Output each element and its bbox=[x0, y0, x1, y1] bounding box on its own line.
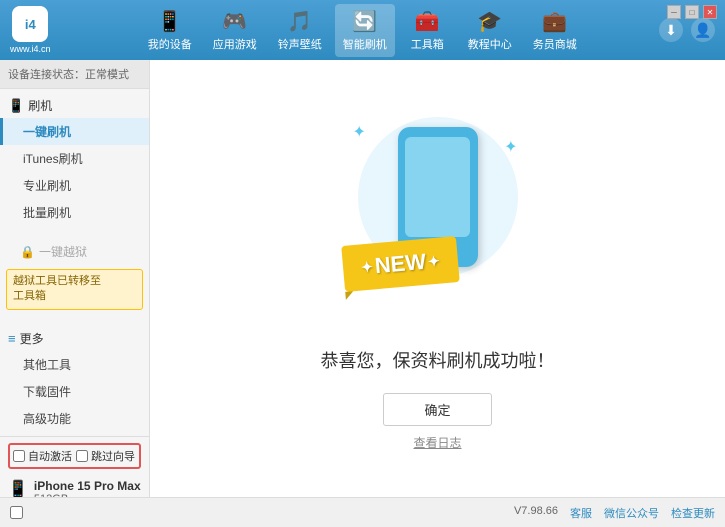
header: i4 www.i4.cn 📱 我的设备 🎮 应用游戏 🎵 铃声壁纸 🔄 智能刷机… bbox=[0, 0, 725, 60]
jailbreak-warning: 越狱工具已转移至工具箱 bbox=[6, 269, 143, 310]
logo-subtext: www.i4.cn bbox=[10, 44, 51, 54]
star-icon-right: ✦ bbox=[427, 252, 440, 270]
business-icon: 💼 bbox=[542, 9, 567, 34]
version-text: V7.98.66 bbox=[514, 505, 558, 521]
header-right: ⬇ 👤 bbox=[659, 18, 715, 42]
download-button[interactable]: ⬇ bbox=[659, 18, 683, 42]
nav-item-smart-flash[interactable]: 🔄 智能刷机 bbox=[335, 4, 395, 57]
more-section-label: 更多 bbox=[20, 330, 44, 347]
nav-label-business: 务员商城 bbox=[533, 36, 577, 52]
nav-item-tutorial[interactable]: 🎓 教程中心 bbox=[460, 4, 520, 57]
device-info: 📱 iPhone 15 Pro Max 512GB iPhone bbox=[8, 475, 141, 497]
wechat-link[interactable]: 微信公众号 bbox=[604, 505, 659, 521]
sidebar: 设备连接状态：正常模式 📱 刷机 一键刷机 iTunes刷机 专业刷机 批量刷机… bbox=[0, 60, 150, 497]
nav-item-toolbox[interactable]: 🧰 工具箱 bbox=[400, 4, 455, 57]
nav-item-apps-games[interactable]: 🎮 应用游戏 bbox=[205, 4, 265, 57]
toolbox-icon: 🧰 bbox=[415, 9, 440, 34]
star-icon-left: ✦ bbox=[360, 257, 373, 275]
main-layout: 设备连接状态：正常模式 📱 刷机 一键刷机 iTunes刷机 专业刷机 批量刷机… bbox=[0, 60, 725, 497]
nav-label-tutorial: 教程中心 bbox=[468, 36, 512, 52]
lock-icon: 🔒 bbox=[20, 245, 35, 259]
view-log-link[interactable]: 查看日志 bbox=[413, 434, 461, 451]
flash-section-label: 刷机 bbox=[28, 97, 52, 114]
device-storage: 512GB bbox=[34, 493, 141, 497]
phone-screen bbox=[405, 137, 470, 237]
auto-activate-checkbox[interactable]: 自动激活 bbox=[13, 448, 72, 464]
statusbar-checkbox[interactable] bbox=[10, 506, 23, 519]
auto-activate-label: 自动激活 bbox=[28, 448, 72, 464]
minimize-button[interactable]: ─ bbox=[667, 5, 681, 19]
statusbar-right: V7.98.66 客服 微信公众号 检查更新 bbox=[514, 505, 715, 521]
sidebar-item-itunes-flash[interactable]: iTunes刷机 bbox=[0, 145, 149, 172]
auto-activate-input[interactable] bbox=[13, 450, 25, 462]
confirm-button[interactable]: 确定 bbox=[383, 393, 491, 426]
nav-item-business[interactable]: 💼 务员商城 bbox=[525, 4, 585, 57]
check-update-link[interactable]: 检查更新 bbox=[671, 505, 715, 521]
new-label: NEW bbox=[373, 248, 426, 278]
device-area: 自动激活 跳过向导 📱 iPhone 15 Pro Max 512GB iPho… bbox=[0, 436, 149, 497]
more-section-header[interactable]: ≡ 更多 bbox=[0, 326, 149, 351]
success-title: 恭喜您，保资料刷机成功啦！ bbox=[321, 347, 555, 373]
sidebar-item-batch-flash[interactable]: 批量刷机 bbox=[0, 199, 149, 226]
tutorial-icon: 🎓 bbox=[477, 9, 502, 34]
nav-label-smart-flash: 智能刷机 bbox=[343, 36, 387, 52]
nav-label-my-device: 我的设备 bbox=[148, 36, 192, 52]
nav-item-ringtones[interactable]: 🎵 铃声壁纸 bbox=[270, 4, 330, 57]
smart-flash-icon: 🔄 bbox=[352, 9, 377, 34]
new-ribbon: ✦ NEW ✦ bbox=[341, 236, 459, 292]
my-device-icon: 📱 bbox=[157, 9, 182, 34]
sparkle-icon-2: ✦ bbox=[504, 137, 517, 157]
sparkle-icon-1: ✦ bbox=[353, 122, 366, 142]
statusbar-left bbox=[10, 506, 27, 519]
logo-text: i4 bbox=[25, 17, 36, 32]
logo: i4 www.i4.cn bbox=[10, 6, 51, 54]
content-area: ✦ ✦ ✦ NEW ✦ 恭喜您，保资料刷机成功啦！ 确定 查看日志 bbox=[150, 60, 725, 497]
jailbreak-disabled: 🔒 一键越狱 bbox=[0, 238, 149, 265]
success-illustration: ✦ ✦ ✦ NEW ✦ bbox=[338, 107, 538, 327]
flash-section-icon: 📱 bbox=[8, 98, 24, 114]
nav-label-toolbox: 工具箱 bbox=[411, 36, 444, 52]
jailbreak-label: 一键越狱 bbox=[39, 243, 87, 260]
nav-label-ringtones: 铃声壁纸 bbox=[278, 36, 322, 52]
nav-label-apps-games: 应用游戏 bbox=[213, 36, 257, 52]
customer-service-link[interactable]: 客服 bbox=[570, 505, 592, 521]
sidebar-item-other-tools[interactable]: 其他工具 bbox=[0, 351, 149, 378]
breadcrumb: 设备连接状态：正常模式 bbox=[0, 60, 149, 89]
ringtones-icon: 🎵 bbox=[287, 9, 312, 34]
statusbar: V7.98.66 客服 微信公众号 检查更新 bbox=[0, 497, 725, 527]
device-details: iPhone 15 Pro Max 512GB iPhone bbox=[34, 479, 141, 497]
skip-guide-checkbox[interactable]: 跳过向导 bbox=[76, 448, 135, 464]
skip-guide-label: 跳过向导 bbox=[91, 448, 135, 464]
flash-section-header[interactable]: 📱 刷机 bbox=[0, 93, 149, 118]
sidebar-item-pro-flash[interactable]: 专业刷机 bbox=[0, 172, 149, 199]
device-name: iPhone 15 Pro Max bbox=[34, 479, 141, 493]
auto-actions: 自动激活 跳过向导 bbox=[8, 443, 141, 469]
user-button[interactable]: 👤 bbox=[691, 18, 715, 42]
nav-bar: 📱 我的设备 🎮 应用游戏 🎵 铃声壁纸 🔄 智能刷机 🧰 工具箱 🎓 教程中心… bbox=[66, 4, 659, 57]
sidebar-item-advanced[interactable]: 高级功能 bbox=[0, 405, 149, 432]
maximize-button[interactable]: □ bbox=[685, 5, 699, 19]
close-button[interactable]: ✕ bbox=[703, 5, 717, 19]
nav-item-my-device[interactable]: 📱 我的设备 bbox=[140, 4, 200, 57]
flash-section: 📱 刷机 一键刷机 iTunes刷机 专业刷机 批量刷机 bbox=[0, 89, 149, 230]
sidebar-item-one-key-flash[interactable]: 一键刷机 bbox=[0, 118, 149, 145]
sidebar-item-download-firmware[interactable]: 下载固件 bbox=[0, 378, 149, 405]
device-phone-icon: 📱 bbox=[8, 479, 28, 497]
skip-guide-input[interactable] bbox=[76, 450, 88, 462]
logo-icon: i4 bbox=[12, 6, 48, 42]
apps-games-icon: 🎮 bbox=[222, 9, 247, 34]
more-section: ≡ 更多 其他工具 下载固件 高级功能 bbox=[0, 322, 149, 436]
new-text: ✦ NEW ✦ bbox=[360, 247, 441, 280]
more-section-icon: ≡ bbox=[8, 331, 16, 346]
